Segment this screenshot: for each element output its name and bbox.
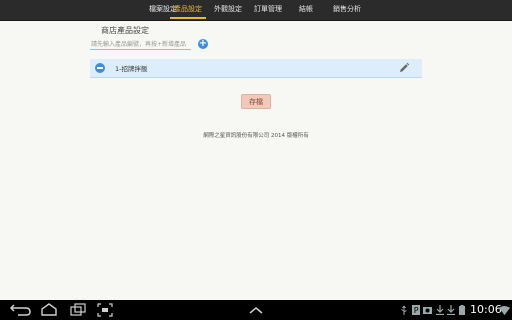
recent-apps-icon[interactable]: [69, 303, 89, 317]
wifi-icon: [499, 306, 510, 315]
download-icon: [436, 305, 444, 315]
svg-text:P: P: [414, 306, 419, 315]
tab-appearance-settings[interactable]: 外觀設定: [211, 0, 245, 20]
p-icon: P: [412, 305, 420, 315]
home-icon[interactable]: [39, 303, 59, 317]
system-navigation-bar: P 10:06: [0, 300, 512, 320]
save-button[interactable]: 存檔: [241, 94, 271, 109]
pencil-icon[interactable]: [398, 62, 410, 74]
back-icon[interactable]: [8, 303, 32, 317]
camera-icon: [423, 307, 432, 314]
section-title: 商店產品設定: [101, 26, 149, 35]
list-item-label: 1-招牌拌飯: [115, 65, 148, 73]
list-item[interactable]: 1-招牌拌飯: [90, 59, 422, 78]
plus-circle-icon: +: [198, 38, 208, 49]
copyright-footer: 網際之星資訊股份有限公司 2014 版權所有: [203, 133, 309, 139]
clock: 10:06: [470, 303, 502, 316]
screenshot-icon[interactable]: [97, 303, 113, 317]
tab-order-management[interactable]: 訂單管理: [251, 0, 285, 20]
tab-checkout[interactable]: 結帳: [294, 0, 318, 20]
download-icon: [447, 305, 455, 315]
tab-product-settings[interactable]: 產品設定: [170, 0, 206, 20]
battery-icon: [459, 305, 465, 315]
add-product-button[interactable]: +: [198, 39, 208, 49]
chevron-up-icon[interactable]: [247, 303, 265, 317]
product-code-input[interactable]: [90, 39, 191, 50]
usb-icon: [401, 305, 407, 315]
minus-circle-icon[interactable]: [95, 63, 105, 73]
top-tab-bar: 檔案設定 產品設定 外觀設定 訂單管理 結帳 銷售分析: [0, 0, 512, 21]
tab-sales-analysis[interactable]: 銷售分析: [329, 0, 365, 20]
